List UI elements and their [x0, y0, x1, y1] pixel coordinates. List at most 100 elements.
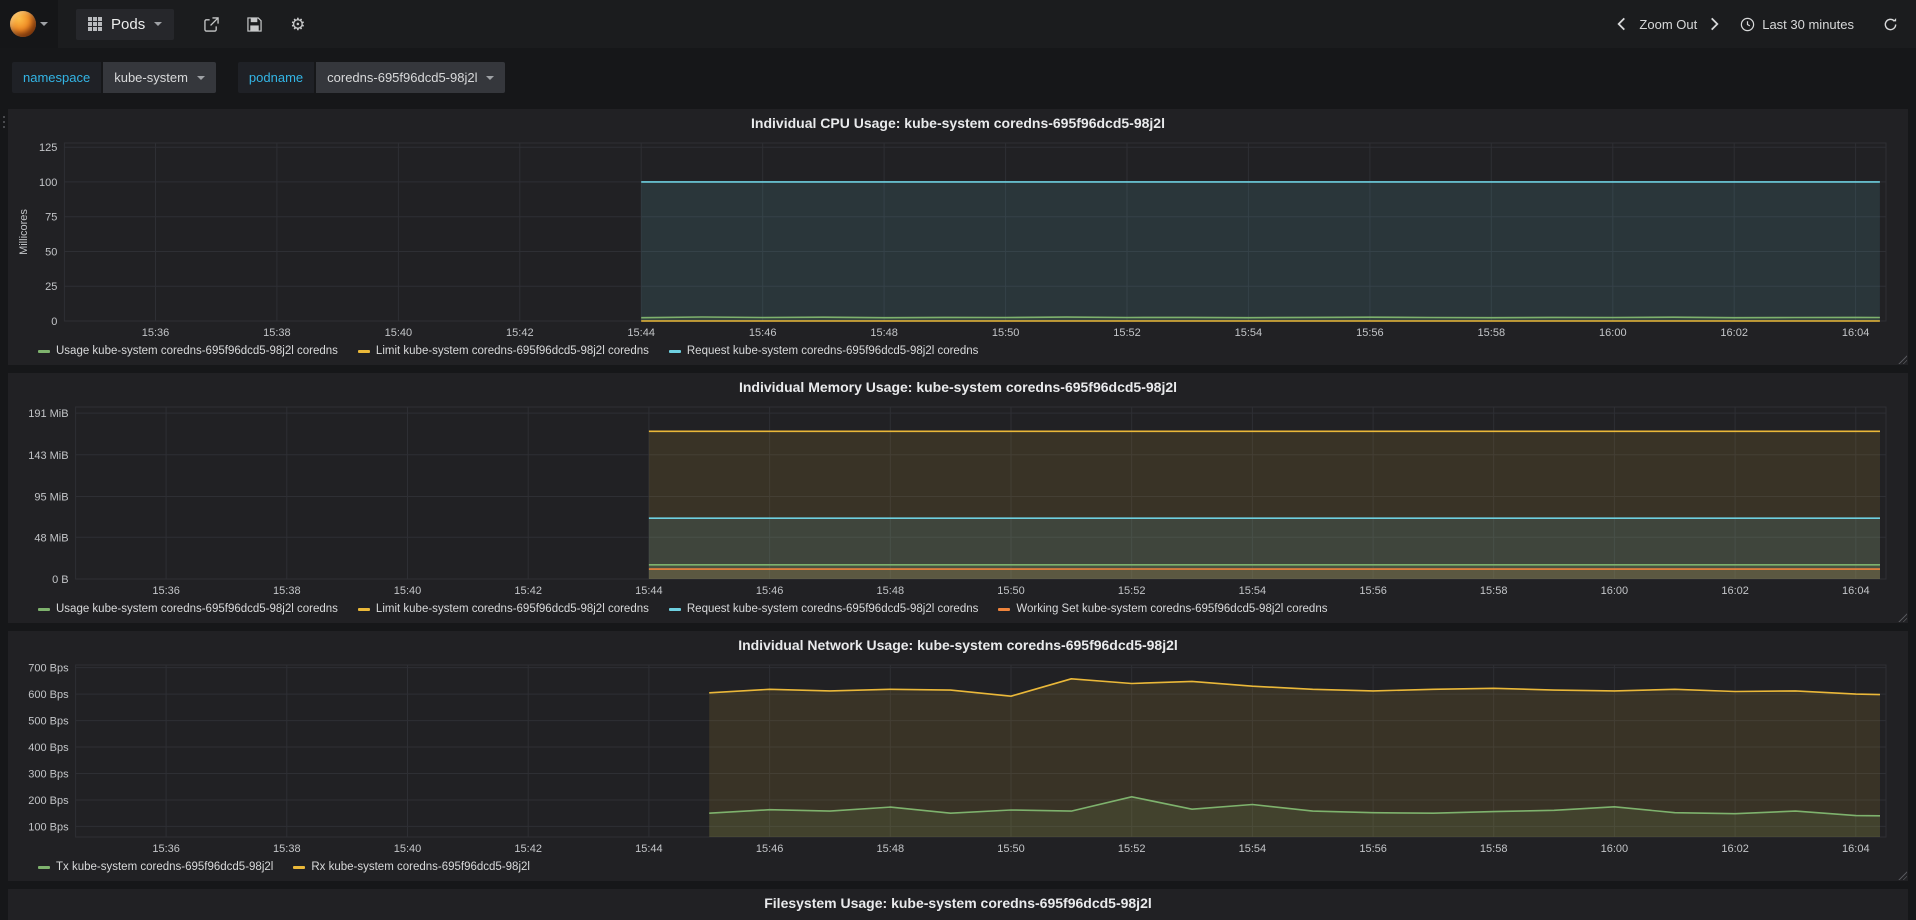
- svg-text:16:02: 16:02: [1721, 843, 1749, 855]
- legend-item[interactable]: Tx kube-system coredns-695f96dcd5-98j2l: [38, 861, 273, 873]
- svg-text:15:46: 15:46: [749, 327, 777, 339]
- share-button[interactable]: [204, 16, 219, 32]
- svg-text:15:44: 15:44: [635, 843, 663, 855]
- refresh-button[interactable]: [1881, 15, 1900, 34]
- svg-text:15:40: 15:40: [385, 327, 413, 339]
- svg-text:0: 0: [51, 316, 57, 328]
- chevron-down-icon: [40, 22, 48, 26]
- chevron-left-icon: [1617, 17, 1626, 31]
- save-button[interactable]: [247, 16, 262, 32]
- svg-text:15:48: 15:48: [877, 843, 905, 855]
- panel-title[interactable]: Individual Network Usage: kube-system co…: [16, 634, 1900, 657]
- svg-text:600 Bps: 600 Bps: [28, 689, 69, 701]
- svg-text:15:52: 15:52: [1118, 843, 1146, 855]
- share-icon: [204, 16, 219, 32]
- svg-text:15:58: 15:58: [1480, 585, 1508, 597]
- chart-legend: Usage kube-system coredns-695f96dcd5-98j…: [16, 341, 1900, 361]
- chart-plot[interactable]: 0 B 48 MiB 95 MiB 143 MiB 191 MiB 15:36 15:38 1…: [16, 399, 1900, 599]
- legend-item[interactable]: Working Set kube-system coredns-695f96dc…: [998, 603, 1327, 615]
- variable-namespace-label: namespace: [12, 62, 102, 93]
- legend-item[interactable]: Limit kube-system coredns-695f96dcd5-98j…: [357, 603, 649, 615]
- svg-text:15:58: 15:58: [1478, 327, 1506, 339]
- svg-text:16:02: 16:02: [1720, 327, 1748, 339]
- zoom-out-button[interactable]: Zoom Out: [1639, 17, 1697, 32]
- svg-text:15:36: 15:36: [152, 585, 180, 597]
- legend-item[interactable]: Usage kube-system coredns-695f96dcd5-98j…: [38, 345, 338, 357]
- grafana-logo-icon: [10, 11, 36, 37]
- svg-text:75: 75: [45, 212, 57, 224]
- clock-icon: [1740, 17, 1755, 32]
- svg-text:15:40: 15:40: [394, 843, 422, 855]
- svg-text:15:50: 15:50: [992, 327, 1020, 339]
- time-range-label: Last 30 minutes: [1762, 16, 1854, 32]
- svg-text:200 Bps: 200 Bps: [28, 795, 69, 807]
- svg-text:15:52: 15:52: [1118, 585, 1146, 597]
- dashboard-title: Pods: [111, 15, 146, 33]
- chart-legend: Tx kube-system coredns-695f96dcd5-98j2l R…: [16, 857, 1900, 877]
- svg-text:50: 50: [45, 247, 57, 259]
- chevron-down-icon: [486, 75, 495, 80]
- svg-text:16:00: 16:00: [1601, 585, 1629, 597]
- svg-text:16:04: 16:04: [1842, 327, 1870, 339]
- svg-text:16:04: 16:04: [1842, 843, 1870, 855]
- chevron-down-icon: [154, 22, 163, 26]
- svg-text:15:42: 15:42: [506, 327, 534, 339]
- svg-text:15:54: 15:54: [1239, 843, 1267, 855]
- legend-item[interactable]: Request kube-system coredns-695f96dcd5-9…: [668, 345, 978, 357]
- panel-title[interactable]: Filesystem Usage: kube-system coredns-69…: [16, 892, 1900, 915]
- legend-item[interactable]: Rx kube-system coredns-695f96dcd5-98j2l: [293, 861, 530, 873]
- svg-text:15:44: 15:44: [635, 585, 663, 597]
- variable-podname-value: coredns-695f96dcd5-98j2l: [327, 70, 478, 85]
- refresh-icon: [1883, 17, 1898, 32]
- svg-text:15:36: 15:36: [152, 843, 180, 855]
- variable-namespace-dropdown[interactable]: kube-system: [103, 62, 216, 93]
- legend-item[interactable]: Limit kube-system coredns-695f96dcd5-98j…: [357, 345, 649, 357]
- legend-item[interactable]: Request kube-system coredns-695f96dcd5-9…: [668, 603, 978, 615]
- variable-podname-label: podname: [237, 62, 315, 93]
- svg-text:15:54: 15:54: [1235, 327, 1263, 339]
- svg-text:15:36: 15:36: [142, 327, 170, 339]
- svg-text:16:02: 16:02: [1721, 585, 1749, 597]
- panel-memory-usage: Individual Memory Usage: kube-system cor…: [8, 373, 1908, 623]
- chart-plot[interactable]: 0 25 50 75 100 125 15:36 15:38 15:40 15:42 15:44 15…: [16, 135, 1900, 341]
- time-range-picker[interactable]: Last 30 minutes: [1740, 17, 1854, 32]
- gear-icon: ⚙: [290, 14, 306, 34]
- time-controls: Zoom Out Last 30 minutes: [1615, 15, 1900, 34]
- chevron-right-icon: [1710, 17, 1719, 31]
- dashboard-picker[interactable]: Pods: [76, 8, 175, 40]
- svg-text:15:38: 15:38: [273, 843, 301, 855]
- svg-text:16:04: 16:04: [1842, 585, 1870, 597]
- svg-text:15:52: 15:52: [1113, 327, 1141, 339]
- svg-text:15:50: 15:50: [997, 585, 1025, 597]
- svg-text:15:38: 15:38: [263, 327, 291, 339]
- time-shift-forward-button[interactable]: [1708, 15, 1721, 33]
- variable-podname-dropdown[interactable]: coredns-695f96dcd5-98j2l: [316, 62, 506, 93]
- svg-text:15:48: 15:48: [877, 585, 905, 597]
- chevron-down-icon: [196, 75, 205, 80]
- svg-text:191 MiB: 191 MiB: [28, 408, 68, 420]
- svg-text:95 MiB: 95 MiB: [34, 492, 68, 504]
- panel-network-usage: Individual Network Usage: kube-system co…: [8, 631, 1908, 881]
- panel-title[interactable]: Individual Memory Usage: kube-system cor…: [16, 376, 1900, 399]
- dashboard-panels: Individual CPU Usage: kube-system coredn…: [0, 103, 1916, 920]
- svg-text:15:56: 15:56: [1356, 327, 1384, 339]
- chart-plot[interactable]: 100 Bps 200 Bps 300 Bps 400 Bps 500 Bps 600 B…: [16, 657, 1900, 857]
- panel-title[interactable]: Individual CPU Usage: kube-system coredn…: [16, 112, 1900, 135]
- legend-item[interactable]: Usage kube-system coredns-695f96dcd5-98j…: [38, 603, 338, 615]
- row-drag-handle[interactable]: [1, 114, 7, 130]
- svg-text:15:56: 15:56: [1359, 585, 1387, 597]
- grafana-menu-button[interactable]: [0, 0, 58, 48]
- time-shift-back-button[interactable]: [1615, 15, 1628, 33]
- settings-button[interactable]: ⚙: [290, 16, 305, 33]
- chart-plot[interactable]: [16, 915, 1900, 920]
- svg-text:16:00: 16:00: [1599, 327, 1627, 339]
- svg-text:48 MiB: 48 MiB: [34, 532, 68, 544]
- svg-text:15:42: 15:42: [514, 585, 542, 597]
- svg-text:Millicores: Millicores: [18, 209, 30, 255]
- svg-text:15:40: 15:40: [394, 585, 422, 597]
- variable-podname: podname coredns-695f96dcd5-98j2l: [237, 62, 506, 93]
- chart-legend: Usage kube-system coredns-695f96dcd5-98j…: [16, 599, 1900, 619]
- svg-text:125: 125: [39, 142, 57, 154]
- svg-text:300 Bps: 300 Bps: [28, 769, 69, 781]
- svg-text:700 Bps: 700 Bps: [28, 663, 69, 675]
